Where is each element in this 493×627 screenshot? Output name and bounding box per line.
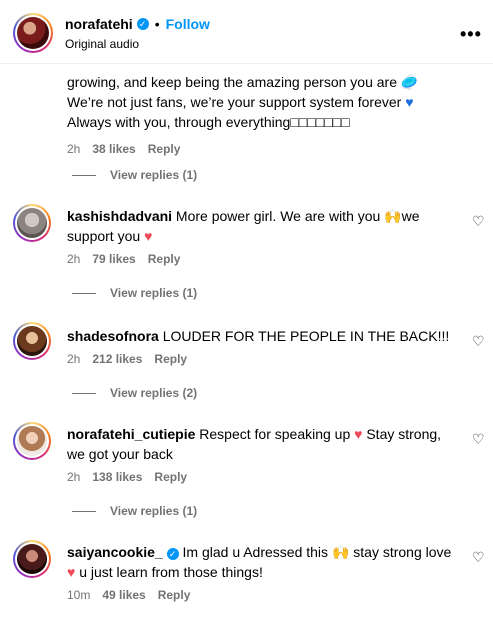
comment-time: 2h	[67, 252, 81, 266]
blue-heart-icon: ♥	[405, 94, 414, 110]
comment-likes[interactable]: 138 likes	[92, 470, 142, 484]
comment-likes[interactable]: 212 likes	[92, 352, 142, 366]
comment-meta: 10m 49 likes Reply	[67, 588, 190, 602]
header-username[interactable]: norafatehi	[65, 16, 133, 32]
like-heart-icon[interactable]: ♡	[472, 550, 486, 564]
comment-meta: 2h 38 likes Reply	[67, 142, 467, 156]
comment-line: growing, and keep being the amazing pers…	[67, 74, 419, 90]
comment-likes[interactable]: 38 likes	[92, 142, 135, 156]
comment-text: shadesofnora LOUDER FOR THE PEOPLE IN TH…	[67, 328, 450, 344]
separator-dot: •	[154, 16, 160, 32]
comment-meta: 2h 138 likes Reply	[67, 470, 187, 484]
view-replies-label: View replies (1)	[110, 286, 198, 300]
reply-button[interactable]: Reply	[148, 252, 181, 266]
like-heart-icon[interactable]: ♡	[472, 432, 486, 446]
divider-line	[72, 510, 96, 512]
divider-line	[72, 292, 96, 294]
comment-username[interactable]: norafatehi_cutiepie	[67, 426, 195, 442]
reply-button[interactable]: Reply	[158, 588, 191, 602]
avatar[interactable]	[13, 540, 51, 578]
avatar[interactable]	[13, 322, 51, 360]
comment-likes[interactable]: 49 likes	[102, 588, 145, 602]
comment-time: 2h	[67, 352, 81, 366]
view-replies-button[interactable]: View replies (1)	[72, 168, 197, 182]
reply-button[interactable]: Reply	[148, 142, 181, 156]
like-heart-icon[interactable]: ♡	[472, 214, 486, 228]
view-replies-label: View replies (2)	[110, 386, 198, 400]
raised-hands-emoji-icon: 🙌	[384, 208, 402, 224]
view-replies-button[interactable]: View replies (1)	[72, 286, 197, 300]
reply-button[interactable]: Reply	[154, 352, 187, 366]
comment-time: 2h	[67, 470, 81, 484]
comment-username[interactable]: shadesofnora	[67, 328, 159, 344]
reply-button[interactable]: Reply	[154, 470, 187, 484]
profile-avatar[interactable]	[13, 13, 53, 53]
comment-likes[interactable]: 79 likes	[92, 252, 135, 266]
comment-text: saiyancookie_ ✓ Im glad u Adressed this …	[67, 544, 452, 580]
verified-badge-icon: ✓	[166, 548, 179, 560]
divider-line	[72, 174, 96, 176]
view-replies-label: View replies (1)	[110, 168, 198, 182]
avatar[interactable]	[13, 422, 51, 460]
comment-time: 10m	[67, 588, 91, 602]
comment-username[interactable]: saiyancookie_	[67, 544, 163, 560]
red-heart-icon: ♥	[144, 228, 153, 244]
view-replies-button[interactable]: View replies (2)	[72, 386, 197, 400]
comment-line: Always with you, through everything□□□□□…	[67, 114, 350, 130]
comment-text: norafatehi_cutiepie Respect for speaking…	[67, 426, 442, 462]
comment-meta: 2h 79 likes Reply	[67, 252, 180, 266]
follow-button[interactable]: Follow	[166, 16, 210, 32]
comment-text: kashishdadvani More power girl. We are w…	[67, 208, 420, 244]
comment-username[interactable]: kashishdadvani	[67, 208, 172, 224]
comment-meta: 2h 212 likes Reply	[67, 352, 187, 366]
reel-header: norafatehi ✓ • Follow Original audio •••	[0, 0, 493, 64]
verified-badge-icon: ✓	[136, 18, 149, 30]
audio-label[interactable]: Original audio	[65, 37, 139, 51]
more-options-icon[interactable]: •••	[460, 24, 482, 45]
avatar[interactable]	[13, 204, 51, 242]
header-user-line: norafatehi ✓ • Follow	[65, 16, 210, 32]
like-heart-icon[interactable]: ♡	[472, 334, 486, 348]
divider-line	[72, 392, 96, 394]
raised-hands-emoji-icon: 🙌	[331, 544, 350, 560]
view-replies-button[interactable]: View replies (1)	[72, 504, 197, 518]
view-replies-label: View replies (1)	[110, 504, 198, 518]
comment-line: We’re not just fans, we’re your support …	[67, 94, 414, 110]
comment-partial: growing, and keep being the amazing pers…	[67, 72, 467, 156]
comment-time: 2h	[67, 142, 81, 156]
comment-text: growing, and keep being the amazing pers…	[67, 72, 467, 132]
